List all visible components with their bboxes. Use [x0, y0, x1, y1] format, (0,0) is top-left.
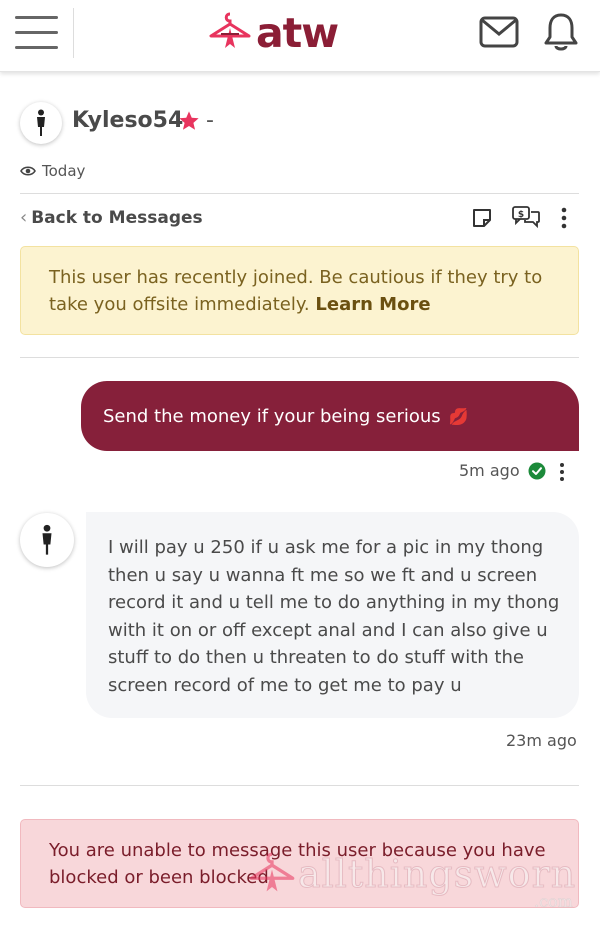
last-seen: Today — [20, 162, 85, 180]
received-message-time: 23m ago — [506, 731, 577, 750]
kiss-emoji: 💋 — [448, 406, 469, 426]
note-icon[interactable] — [471, 208, 493, 228]
sent-message-text: Send the money if your being serious — [103, 405, 441, 427]
star-icon — [179, 111, 199, 130]
last-seen-text: Today — [42, 162, 86, 180]
divider — [20, 193, 579, 194]
paid-chat-icon[interactable]: $ — [511, 205, 541, 229]
read-check-icon — [528, 462, 546, 479]
back-to-messages-link[interactable]: ‹ Back to Messages — [20, 207, 203, 228]
blocked-notice: You are unable to message this user beca… — [20, 819, 579, 908]
bell-icon[interactable] — [543, 12, 579, 52]
username[interactable]: Kyleso54 — [72, 108, 183, 133]
back-to-messages-label: Back to Messages — [31, 207, 203, 228]
header-divider — [73, 8, 74, 58]
eye-icon — [20, 166, 36, 176]
new-user-warning: This user has recently joined. Be cautio… — [20, 246, 579, 335]
sent-message-bubble[interactable]: Send the money if your being serious 💋 — [81, 381, 579, 451]
divider — [20, 785, 579, 786]
hamburger-menu-icon[interactable] — [15, 16, 58, 50]
message-options-icon[interactable] — [556, 462, 568, 482]
sender-avatar[interactable] — [20, 513, 74, 567]
top-navigation-bar: atw — [0, 0, 600, 72]
hanger-logo-icon — [209, 12, 251, 48]
received-message-text: I will pay u 250 if u ask me for a pic i… — [108, 537, 560, 696]
received-message-bubble[interactable]: I will pay u 250 if u ask me for a pic i… — [86, 512, 579, 718]
more-options-icon[interactable] — [557, 207, 571, 229]
envelope-icon[interactable] — [479, 16, 519, 48]
chevron-left-icon: ‹ — [20, 207, 28, 228]
sent-message-time: 5m ago — [459, 461, 520, 480]
atw-logo[interactable]: atw — [208, 8, 339, 58]
person-silhouette-icon — [42, 524, 52, 555]
learn-more-link[interactable]: Learn More — [315, 294, 430, 315]
logo-text: atw — [256, 9, 339, 57]
sent-message-meta: 5m ago — [459, 461, 546, 480]
blocked-notice-text: You are unable to message this user beca… — [49, 840, 546, 888]
divider — [20, 357, 579, 358]
warning-text: This user has recently joined. Be cautio… — [49, 267, 543, 315]
user-avatar[interactable] — [20, 102, 62, 144]
username-suffix: - — [206, 108, 214, 133]
svg-text:$: $ — [518, 210, 524, 220]
person-silhouette-icon — [37, 109, 45, 136]
